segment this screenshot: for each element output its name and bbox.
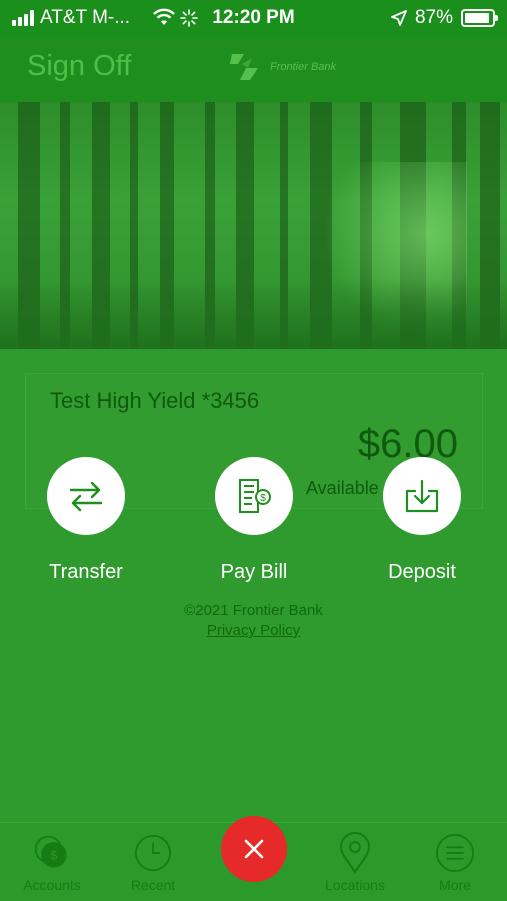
transfer-action[interactable]: Transfer (21, 457, 151, 584)
tab-recent-label: Recent (130, 877, 176, 893)
transfer-arrows-icon (69, 481, 103, 512)
account-name: Test High Yield *3456 (50, 388, 260, 413)
deposit-label: Deposit (388, 561, 456, 583)
tab-accounts-label: Accounts (23, 877, 81, 893)
close-icon (244, 839, 264, 859)
forest-hero-image (0, 102, 507, 349)
svg-text:$: $ (260, 493, 266, 504)
tab-locations[interactable]: Locations (305, 832, 405, 893)
clock-icon (133, 833, 173, 873)
bank-logo-text: Frontier Bank (270, 61, 337, 73)
privacy-policy-link[interactable]: Privacy Policy (0, 622, 507, 639)
svg-text:$: $ (51, 848, 58, 862)
status-right: 87% (391, 7, 498, 29)
menu-icon (435, 833, 475, 873)
app-header: Sign Off Frontier Bank (0, 36, 507, 102)
battery-percent: 87% (414, 7, 453, 28)
accounts-icon: $ (32, 833, 72, 873)
tab-locations-label: Locations (325, 877, 385, 893)
deposit-icon (405, 479, 439, 513)
transfer-button[interactable] (47, 457, 125, 535)
map-pin-icon (335, 832, 375, 874)
tab-accounts[interactable]: $ Accounts (2, 833, 102, 893)
copyright-text: ©2021 Frontier Bank (184, 602, 323, 619)
bill-icon: $ (239, 479, 271, 513)
status-bar: AT&T M-... 12:20 PM 87% (0, 0, 507, 36)
deposit-action[interactable]: Deposit (357, 457, 487, 584)
tab-more[interactable]: More (405, 833, 505, 893)
frontier-logo-icon (230, 54, 258, 80)
deposit-button[interactable] (383, 457, 461, 535)
tab-more-label: More (439, 877, 471, 893)
close-actions-button[interactable] (221, 816, 287, 882)
bank-logo: Frontier Bank (228, 50, 336, 84)
pay-bill-button[interactable]: $ (215, 457, 293, 535)
pay-bill-label: Pay Bill (220, 561, 288, 583)
location-arrow-icon (391, 10, 407, 26)
pay-bill-action[interactable]: $ Pay Bill (189, 457, 319, 584)
transfer-label: Transfer (49, 561, 123, 583)
battery-icon (461, 9, 498, 27)
tab-recent[interactable]: Recent (103, 833, 203, 893)
sign-off-button[interactable]: Sign Off (27, 50, 131, 83)
